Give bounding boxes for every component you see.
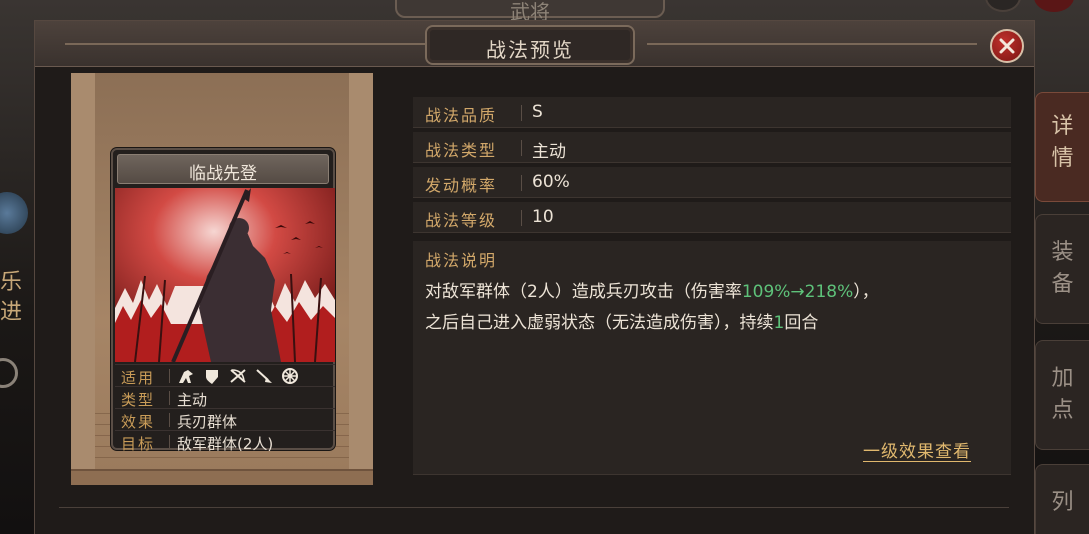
card-row-target: 目标 敌军群体(2人) bbox=[115, 430, 335, 453]
tab-equipment-label: 装备 bbox=[1051, 240, 1074, 297]
description-text: 对敌军群体（2人）造成兵刃攻击（伤害率109%→218%）， 之后自己进入虚弱状… bbox=[425, 277, 1000, 339]
close-icon bbox=[999, 38, 1015, 54]
divider bbox=[169, 413, 170, 427]
card-row-applicable: 适用 bbox=[115, 364, 335, 387]
card-row-effect: 效果 兵刃群体 bbox=[115, 408, 335, 431]
card-row-value: 兵刃群体 bbox=[177, 413, 238, 431]
tactic-preview-dialog: 战法预览 临战先登 适用 类型 主动 效果 兵刃群体 目标 敌军群体(2人) 战… bbox=[34, 20, 1035, 534]
description-text-part: 对敌军群体（2人）造成兵刃攻击（伤害率 bbox=[425, 282, 742, 302]
bg-top-tab: 武将 bbox=[395, 0, 665, 24]
card-row-label: 目标 bbox=[121, 435, 156, 453]
unit-type-icons bbox=[175, 366, 301, 386]
stat-value: 10 bbox=[532, 207, 554, 227]
header-ornament bbox=[65, 43, 425, 45]
stat-label: 战法类型 bbox=[425, 141, 498, 160]
divider bbox=[521, 210, 522, 226]
header-ornament bbox=[647, 43, 977, 45]
divider bbox=[521, 105, 522, 121]
dialog-header: 战法预览 bbox=[35, 21, 1034, 67]
tab-equipment[interactable]: 装备 bbox=[1035, 214, 1089, 324]
card-row-label: 效果 bbox=[121, 413, 156, 431]
description-panel: 战法说明 对敌军群体（2人）造成兵刃攻击（伤害率109%→218%）， 之后自己… bbox=[413, 241, 1011, 475]
description-text-part: 回合 bbox=[784, 313, 819, 333]
damage-rate-highlight: 109%→218% bbox=[741, 282, 854, 302]
dialog-title: 战法预览 bbox=[486, 38, 574, 62]
stat-row-chance: 发动概率 60% bbox=[413, 167, 1011, 198]
tab-details-label: 详情 bbox=[1051, 114, 1074, 171]
description-text-part: ）， bbox=[853, 282, 879, 302]
stat-value: S bbox=[532, 102, 543, 122]
tab-points-label: 加点 bbox=[1051, 366, 1074, 423]
dialog-body: 临战先登 适用 类型 主动 效果 兵刃群体 目标 敌军群体(2人) 战法品质 S… bbox=[35, 67, 1034, 534]
stat-row-type: 战法类型 主动 bbox=[413, 132, 1011, 163]
card-row-value: 主动 bbox=[177, 391, 208, 409]
tactic-card: 临战先登 适用 类型 主动 效果 兵刃群体 目标 敌军群体(2人) bbox=[111, 148, 335, 453]
shield-icon bbox=[201, 366, 223, 386]
close-button[interactable] bbox=[990, 29, 1024, 63]
stat-label: 战法品质 bbox=[425, 106, 498, 125]
card-info: 适用 类型 主动 效果 兵刃群体 目标 敌军群体(2人) bbox=[115, 364, 335, 453]
divider bbox=[521, 175, 522, 191]
bow-icon bbox=[227, 366, 249, 386]
stat-value: 主动 bbox=[532, 142, 566, 162]
dialog-title-frame: 战法预览 bbox=[425, 25, 635, 65]
card-row-label: 类型 bbox=[121, 391, 156, 409]
tactic-artwork bbox=[115, 188, 335, 362]
stat-label: 战法等级 bbox=[425, 211, 498, 230]
stat-label: 发动概率 bbox=[425, 176, 498, 195]
cavalry-icon bbox=[175, 366, 197, 386]
tab-list[interactable]: 列 bbox=[1035, 464, 1089, 534]
card-row-value: 敌军群体(2人) bbox=[177, 435, 274, 453]
tab-points[interactable]: 加点 bbox=[1035, 340, 1089, 450]
card-title: 临战先登 bbox=[189, 164, 257, 184]
level-one-effect-link[interactable]: 一级效果查看 bbox=[863, 437, 971, 462]
description-title: 战法说明 bbox=[425, 251, 498, 270]
stat-value: 60% bbox=[532, 172, 570, 192]
duration-highlight: 1 bbox=[773, 313, 785, 333]
tab-list-label: 列 bbox=[1051, 490, 1074, 515]
stat-row-level: 战法等级 10 bbox=[413, 202, 1011, 233]
bottom-divider bbox=[59, 507, 1009, 508]
divider bbox=[169, 369, 170, 383]
card-title-bar: 临战先登 bbox=[117, 154, 329, 184]
warrior-artwork-image bbox=[115, 188, 335, 362]
stat-row-quality: 战法品质 S bbox=[413, 97, 1011, 128]
tab-details[interactable]: 详情 bbox=[1035, 92, 1089, 202]
divider bbox=[169, 391, 170, 405]
divider bbox=[169, 435, 170, 449]
description-text-part: 之后自己进入虚弱状态（无法造成伤害），持续 bbox=[425, 313, 774, 333]
divider bbox=[521, 140, 522, 156]
card-row-type: 类型 主动 bbox=[115, 386, 335, 409]
spear-icon bbox=[253, 366, 275, 386]
bg-general-name: 乐进 bbox=[0, 270, 23, 325]
card-row-label: 适用 bbox=[121, 369, 156, 387]
scroll-roller bbox=[71, 469, 373, 485]
chariot-wheel-icon bbox=[279, 366, 301, 386]
